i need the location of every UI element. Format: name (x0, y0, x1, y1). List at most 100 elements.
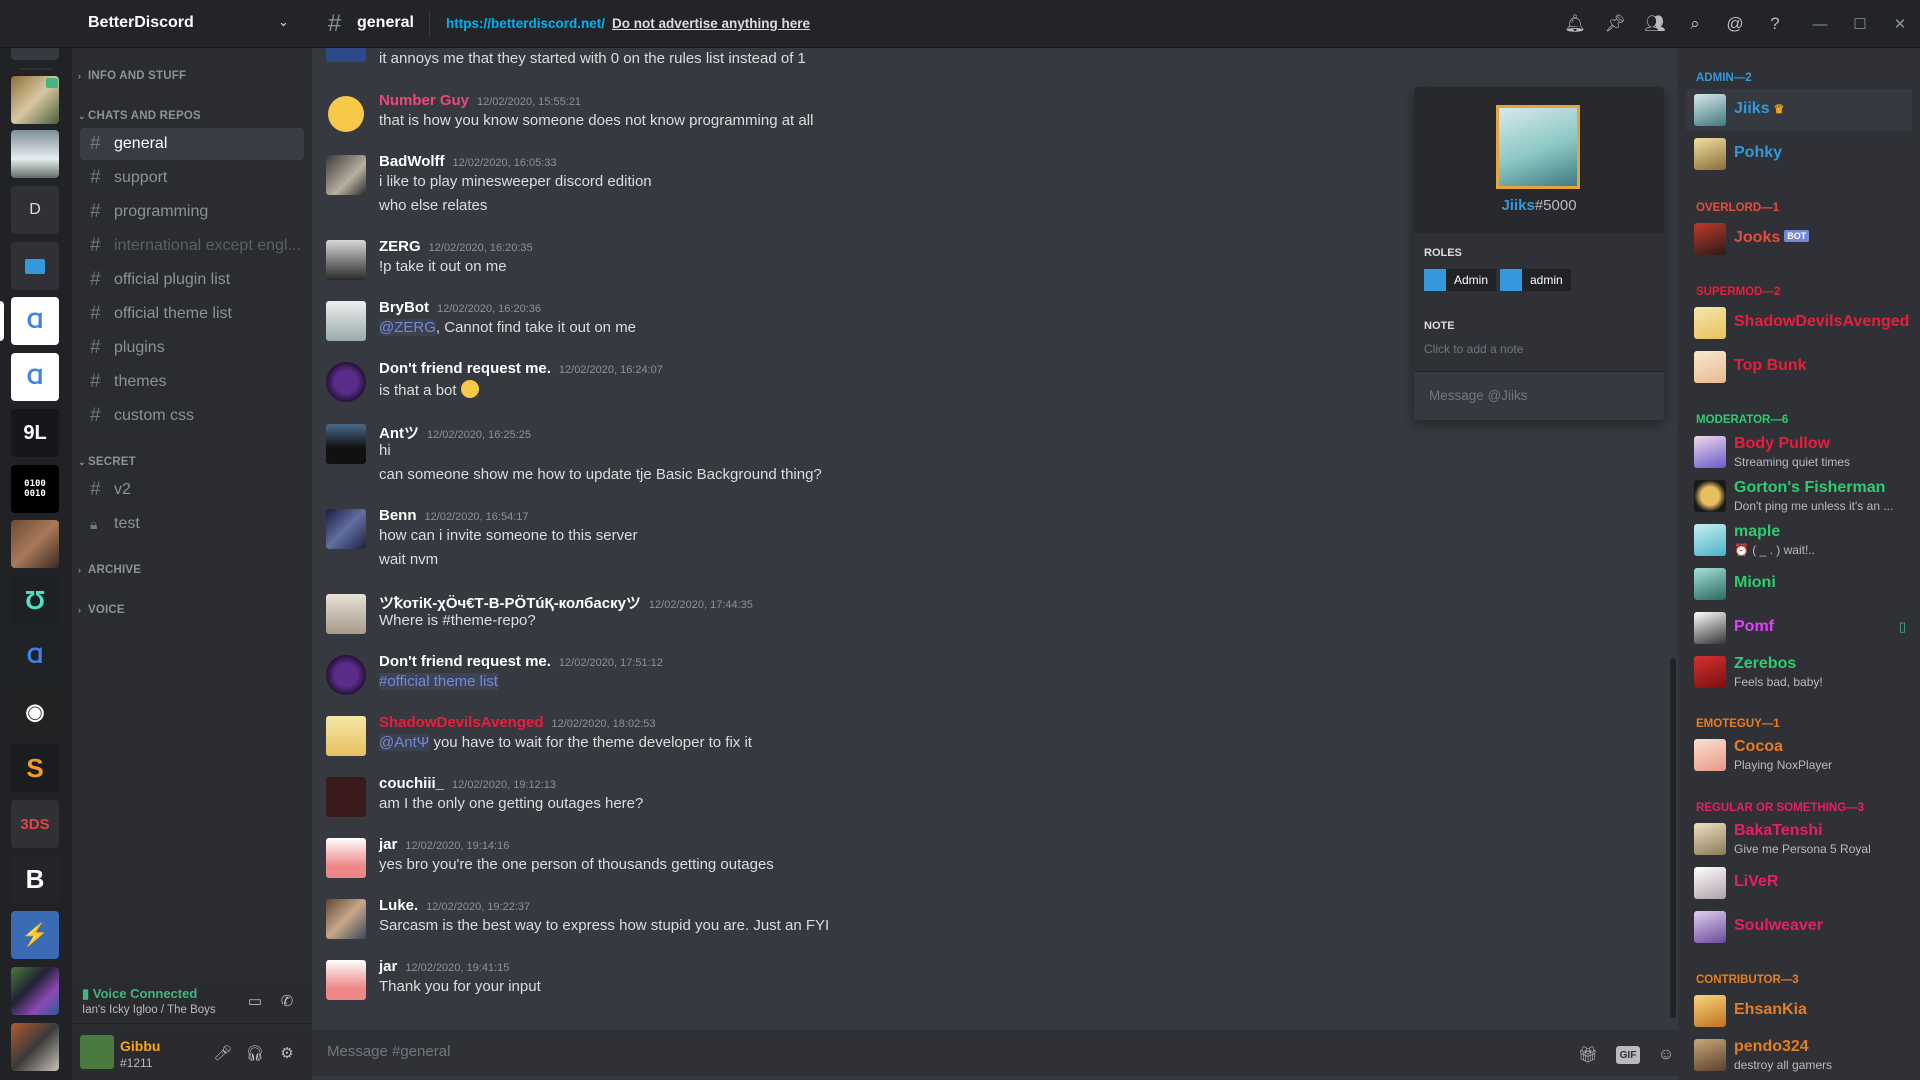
member-item[interactable]: LiVeR (1686, 862, 1912, 904)
member-item[interactable]: Pomf ▯ (1686, 607, 1912, 649)
guild-plug[interactable]: ⚡ (11, 911, 59, 959)
guild-3[interactable]: D (11, 186, 59, 234)
user-mention[interactable]: @AntΨ (379, 734, 430, 751)
member-item[interactable]: Jiiks ♛ (1686, 89, 1912, 131)
guild-bl[interactable]: 9L (11, 409, 59, 457)
avatar[interactable] (326, 777, 366, 817)
voice-channel-name[interactable]: Ian's Icky Igloo / The Boys (82, 1004, 216, 1016)
note-input[interactable]: Click to add a note (1424, 342, 1523, 356)
channel-themes[interactable]: # themes (80, 366, 304, 398)
member-item[interactable]: Body Pullow Streaming quiet times (1686, 431, 1912, 473)
member-item[interactable]: ShadowDevilsAvenged (1686, 302, 1912, 344)
member-item[interactable]: Mioni (1686, 563, 1912, 605)
message-author[interactable]: jar 12/02/2020, 19:41:15 (379, 958, 509, 975)
member-item[interactable]: Gorton's Fisherman Don't ping me unless i… (1686, 475, 1912, 517)
guild-u[interactable]: Ʊ (11, 576, 59, 624)
minimize-icon[interactable]: — (1808, 12, 1832, 36)
settings-gear-icon[interactable]: ⚙ (275, 1041, 299, 1065)
member-item[interactable]: Soulweaver (1686, 906, 1912, 948)
category-info[interactable]: › INFO AND STUFF (78, 70, 186, 82)
microphone-icon[interactable]: 🎤︎ (211, 1041, 235, 1065)
channel-international[interactable]: # international except engl... (80, 230, 304, 262)
topic-text[interactable]: Do not advertise anything here (612, 16, 810, 31)
member-item[interactable]: Pohky (1686, 133, 1912, 175)
message-author[interactable]: Don't friend request me. 12/02/2020, 17:5… (379, 653, 663, 670)
channel-programming[interactable]: # programming (80, 196, 304, 228)
channel-plugins[interactable]: # plugins (80, 332, 304, 364)
guild-crate[interactable] (11, 520, 59, 568)
channel-test[interactable]: 🔒︎ test (80, 508, 304, 540)
role-chip[interactable]: Admin (1424, 269, 1497, 291)
search-icon[interactable]: ⌕ (1683, 12, 1707, 36)
member-item[interactable]: Top Bunk (1686, 346, 1912, 388)
members-icon[interactable]: 👥︎ (1643, 12, 1667, 36)
avatar[interactable] (326, 594, 366, 634)
member-item[interactable]: Zerebos Feels bad, baby! (1686, 651, 1912, 693)
member-item[interactable]: maple ⏰ ( _ . ) wait!.. (1686, 519, 1912, 561)
avatar[interactable] (326, 301, 366, 341)
pin-icon[interactable]: 📌︎ (1603, 12, 1627, 36)
guild-bd-4[interactable]: B (11, 855, 59, 903)
member-item[interactable]: Cocoa Playing NoxPlayer (1686, 734, 1912, 776)
server-name[interactable]: BetterDiscord (88, 14, 194, 32)
channel-support[interactable]: # support (80, 162, 304, 194)
avatar[interactable] (80, 1035, 114, 1069)
popout-message-input[interactable]: Message @Jiiks (1429, 388, 1527, 403)
maximize-icon[interactable]: ☐ (1848, 12, 1872, 36)
avatar[interactable] (326, 655, 366, 695)
message-author[interactable]: Luke. 12/02/2020, 19:22:37 (379, 897, 530, 914)
bell-icon[interactable]: 🔔︎ (1563, 12, 1587, 36)
guild-folder-last[interactable] (11, 1023, 59, 1071)
message-input[interactable]: Message #general (327, 1043, 450, 1060)
message-author[interactable]: ShadowDevilsAvenged 12/02/2020, 18:02:53 (379, 714, 655, 731)
message-author[interactable]: BadWolff 12/02/2020, 16:05:33 (379, 153, 557, 170)
emoji-picker-icon[interactable]: ☺ (1654, 1043, 1678, 1067)
category-archive[interactable]: › ARCHIVE (78, 564, 141, 576)
channel-general[interactable]: # general (80, 128, 304, 160)
avatar[interactable] (326, 424, 366, 464)
guild-2[interactable] (11, 130, 59, 178)
screen-share-icon[interactable]: ▭ (243, 989, 267, 1013)
user-mention[interactable]: @ZERG (379, 319, 436, 336)
avatar[interactable] (326, 509, 366, 549)
member-item[interactable]: BakaTenshi Give me Persona 5 Royal (1686, 818, 1912, 860)
close-icon[interactable]: ✕ (1888, 12, 1912, 36)
member-item[interactable]: pendo324 destroy all gamers (1686, 1034, 1912, 1076)
message-author[interactable]: Don't friend request me. 12/02/2020, 16:2… (379, 360, 663, 377)
message-author[interactable]: Antツ 12/02/2020, 16:25:25 (379, 422, 531, 443)
chevron-down-icon[interactable]: ⌄ (278, 14, 289, 30)
composer-box[interactable]: Message #general 🎁︎ GIF ☺ (312, 1030, 1678, 1076)
avatar[interactable] (326, 899, 366, 939)
headphones-icon[interactable]: 🎧︎ (243, 1041, 267, 1065)
topic-link[interactable]: https://betterdiscord.net/ (446, 16, 605, 31)
guild-binary[interactable]: 0100 0010 (11, 465, 59, 513)
folder-icon[interactable] (11, 242, 59, 290)
avatar[interactable] (1496, 105, 1580, 189)
category-secret[interactable]: ⌄ SECRET (78, 456, 136, 468)
guild-3ds[interactable]: 3DS (11, 800, 59, 848)
guild-bd-2[interactable]: Ɑ (11, 353, 59, 401)
guild-pixels[interactable] (11, 967, 59, 1015)
disconnect-icon[interactable]: ✆ (275, 989, 299, 1013)
avatar[interactable] (326, 48, 366, 62)
message-author[interactable]: BryBot 12/02/2020, 16:20:36 (379, 299, 541, 316)
chat-scrollbar[interactable] (1670, 658, 1676, 1018)
category-voice[interactable]: › VOICE (78, 604, 125, 616)
message-author[interactable]: Benn 12/02/2020, 16:54:17 (379, 507, 528, 524)
popout-message-box[interactable]: Message @Jiiks (1414, 371, 1664, 420)
member-item[interactable]: Jooks BOT (1686, 218, 1912, 260)
channel-v2[interactable]: # v2 (80, 474, 304, 506)
guild-bd-3[interactable]: Ɑ (11, 632, 59, 680)
gif-button[interactable]: GIF (1616, 1046, 1640, 1064)
avatar[interactable] (326, 838, 366, 878)
avatar[interactable] (326, 960, 366, 1000)
channel-mention[interactable]: #official theme list (379, 673, 498, 690)
channel-official-theme-list[interactable]: # official theme list (80, 298, 304, 330)
guild-betterdiscord[interactable]: Ɑ (11, 297, 59, 345)
message-author[interactable]: Number Guy 12/02/2020, 15:55:21 (379, 92, 581, 109)
message-author[interactable]: couchiii_ 12/02/2020, 19:12:13 (379, 775, 556, 792)
avatar[interactable] (326, 716, 366, 756)
channel-custom-css[interactable]: # custom css (80, 400, 304, 432)
mentions-icon[interactable]: @ (1723, 12, 1747, 36)
channel-official-plugin-list[interactable]: # official plugin list (80, 264, 304, 296)
